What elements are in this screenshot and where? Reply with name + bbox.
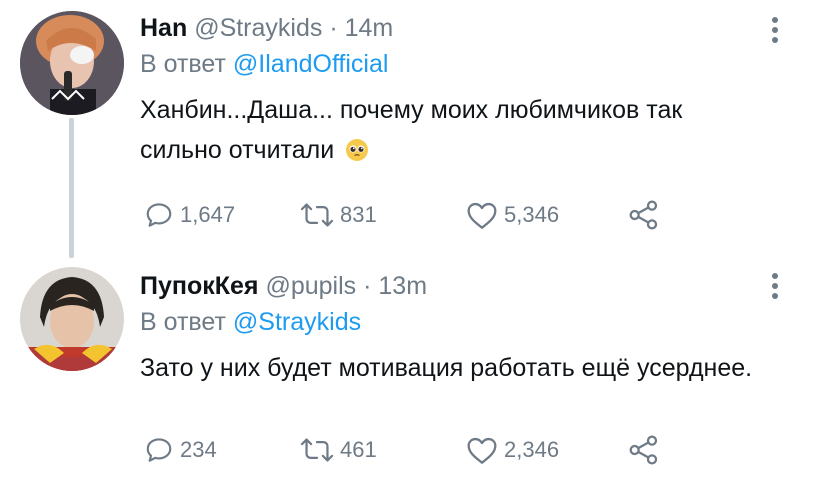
tweet[interactable]: ПупокКея @pupils · 13m В ответ @Straykid… (0, 252, 828, 488)
reply-context: В ответ @IlandOfficial (140, 48, 768, 80)
like-icon (467, 437, 497, 464)
reply-to-link[interactable]: @Straykids (233, 308, 361, 336)
reply-to-link[interactable]: @IlandOfficial (233, 50, 389, 78)
reply-count: 1,647 (180, 202, 236, 227)
tweet-text: Ханбин...Даша... почему моих любимчиков … (140, 90, 768, 174)
separator: · (356, 272, 379, 300)
avatar[interactable] (20, 267, 124, 371)
share-button[interactable] (628, 195, 660, 235)
display-name[interactable]: ПупокКея (140, 272, 259, 300)
like-button[interactable]: 2,346 (466, 430, 559, 470)
action-bar: 234 461 2,346 (140, 430, 680, 470)
thread-line (69, 118, 74, 258)
tweet-text: Зато у них будет мотивация работать ещё … (140, 348, 768, 388)
retweet-count: 461 (340, 437, 377, 462)
reply-prefix: В ответ (140, 50, 233, 78)
pleading-face-emoji-icon (345, 134, 369, 174)
avatar[interactable] (20, 11, 124, 115)
tweet-header: ПупокКея @pupils · 13m (140, 270, 768, 302)
display-name[interactable]: Han (140, 14, 187, 42)
like-button[interactable]: 5,346 (466, 195, 559, 235)
tweet-body: Ханбин...Даша... почему моих любимчиков … (140, 96, 683, 164)
handle[interactable]: @pupils (265, 272, 356, 300)
retweet-button[interactable]: 461 (300, 430, 377, 470)
share-button[interactable] (628, 430, 660, 470)
share-icon (629, 435, 658, 465)
reply-count: 234 (180, 437, 217, 462)
timestamp[interactable]: 13m (378, 272, 427, 300)
reply-icon (146, 203, 172, 227)
reply-icon (146, 438, 172, 462)
more-icon[interactable] (770, 17, 780, 47)
reply-prefix: В ответ (140, 308, 233, 336)
share-icon (629, 200, 658, 230)
like-count: 2,346 (504, 437, 560, 462)
retweet-icon (300, 438, 334, 462)
action-bar: 1,647 831 5,346 (140, 195, 680, 235)
retweet-button[interactable]: 831 (300, 195, 377, 235)
reply-button[interactable]: 234 (144, 430, 217, 470)
retweet-count: 831 (340, 202, 377, 227)
tweet[interactable]: Han @Straykids · 14m В ответ @IlandOffic… (0, 0, 828, 258)
tweet-body: Зато у них будет мотивация работать ещё … (140, 354, 753, 382)
handle[interactable]: @Straykids (194, 14, 322, 42)
tweet-content: ПупокКея @pupils · 13m В ответ @Straykid… (140, 270, 768, 388)
tweet-content: Han @Straykids · 14m В ответ @IlandOffic… (140, 12, 768, 174)
more-icon[interactable] (770, 273, 780, 303)
retweet-icon (300, 203, 334, 227)
timestamp[interactable]: 14m (345, 14, 394, 42)
like-icon (467, 202, 497, 229)
reply-context: В ответ @Straykids (140, 306, 768, 338)
reply-button[interactable]: 1,647 (144, 195, 235, 235)
like-count: 5,346 (504, 202, 560, 227)
tweet-header: Han @Straykids · 14m (140, 12, 768, 44)
separator: · (322, 14, 345, 42)
